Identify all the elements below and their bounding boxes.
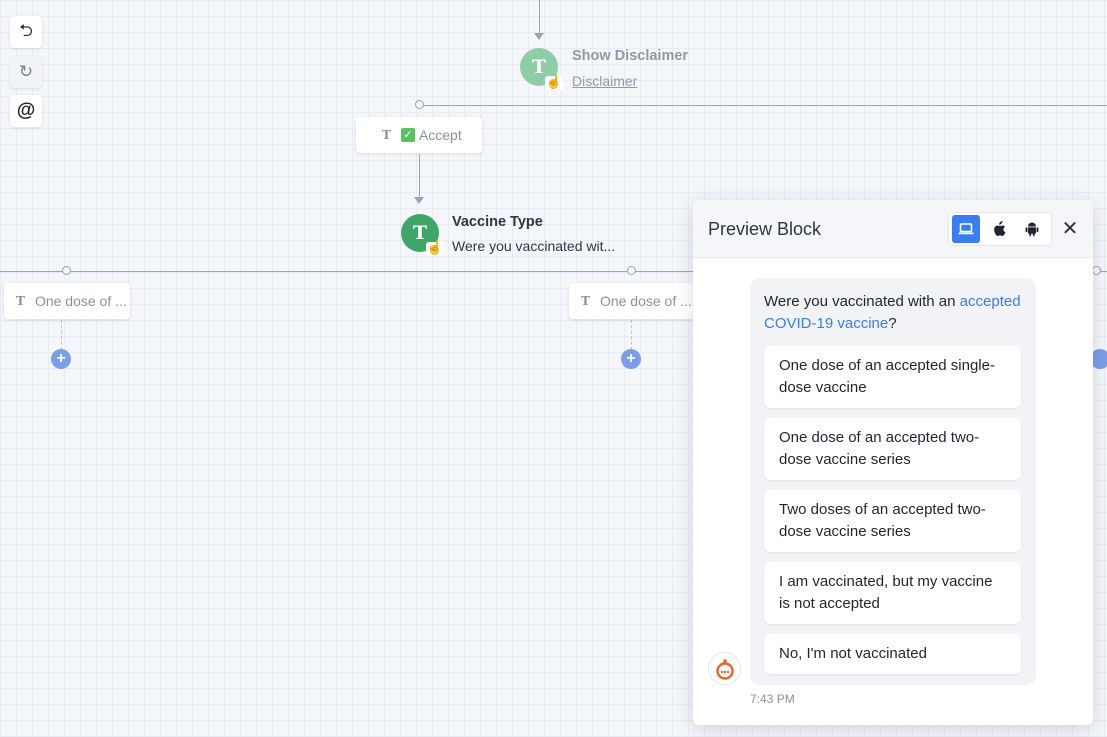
redo-icon: ↻ xyxy=(18,62,34,81)
vaccine-type-node-icon[interactable]: T ☝ xyxy=(401,214,444,256)
bot-message-bubble: Were you vaccinated with an accepted COV… xyxy=(750,278,1036,685)
quick-reply-option[interactable]: I am vaccinated, but my vaccine is not a… xyxy=(764,562,1021,624)
connector-line xyxy=(419,154,420,198)
connector-line xyxy=(539,0,540,34)
plus-icon: + xyxy=(56,350,66,367)
apple-icon xyxy=(994,221,1006,237)
close-icon: ✕ xyxy=(1061,217,1079,240)
text-type-icon: T xyxy=(16,294,25,308)
option-chip[interactable]: T One dose of ... xyxy=(4,283,130,319)
device-switcher xyxy=(948,212,1052,246)
ios-device-button[interactable] xyxy=(985,215,1013,243)
quick-reply-option[interactable]: No, I'm not vaccinated xyxy=(764,634,1021,674)
accept-option-chip[interactable]: T ✓ Accept xyxy=(356,117,482,153)
preview-panel-header: Preview Block ✕ xyxy=(693,200,1093,258)
android-device-button[interactable] xyxy=(1018,215,1046,243)
text-type-icon: T xyxy=(581,294,590,308)
preview-block-panel: Preview Block ✕ Were you vaccinated with… xyxy=(693,200,1093,725)
desktop-device-button[interactable] xyxy=(952,215,980,243)
message-timestamp: 7:43 PM xyxy=(750,692,795,706)
option-chip-label: One dose of ... xyxy=(34,293,127,309)
laptop-icon xyxy=(958,223,974,235)
branch-junction xyxy=(627,266,636,275)
branch-junction xyxy=(62,266,71,275)
at-icon: @ xyxy=(16,100,36,121)
close-preview-button[interactable]: ✕ xyxy=(1058,216,1082,240)
vaccine-type-title[interactable]: Vaccine Type xyxy=(452,214,543,230)
text-type-icon: T xyxy=(382,128,391,142)
show-disclaimer-node-icon[interactable]: T ☝ xyxy=(520,48,563,90)
mention-button[interactable]: @ xyxy=(10,95,42,127)
plus-icon: + xyxy=(626,350,636,367)
android-icon xyxy=(1025,222,1039,237)
vaccine-type-subtitle[interactable]: Were you vaccinated wit... xyxy=(452,238,615,254)
bot-avatar-icon xyxy=(715,658,734,680)
branch-junction xyxy=(415,100,424,109)
dashed-connector xyxy=(61,320,62,350)
branch-line xyxy=(420,105,1107,106)
connector-arrow xyxy=(414,197,424,204)
undo-icon: ⮌ xyxy=(19,20,33,40)
bot-avatar xyxy=(708,652,741,685)
add-step-button[interactable]: + xyxy=(51,349,71,369)
option-chip-label: One dose of ... xyxy=(599,293,692,309)
pointer-hand-icon: ☝ xyxy=(425,241,444,256)
bot-question-text: Were you vaccinated with an accepted COV… xyxy=(764,291,1029,335)
redo-button[interactable]: ↻ xyxy=(10,56,42,88)
dashed-connector xyxy=(631,320,632,350)
check-mark-icon: ✓ xyxy=(400,128,415,142)
text-type-icon: T xyxy=(412,222,428,244)
pointer-hand-icon: ☝ xyxy=(544,75,563,90)
option-chip[interactable]: T One dose of ... xyxy=(569,283,695,319)
undo-button[interactable]: ⮌ xyxy=(10,16,42,48)
show-disclaimer-subtitle[interactable]: Disclaimer xyxy=(572,73,637,89)
quick-reply-option[interactable]: One dose of an accepted single-dose vacc… xyxy=(764,346,1021,408)
question-suffix: ? xyxy=(888,315,897,332)
quick-reply-option[interactable]: Two doses of an accepted two-dose vaccin… xyxy=(764,490,1021,552)
question-prefix: Were you vaccinated with an xyxy=(764,293,960,310)
accept-option-label: Accept xyxy=(418,127,462,143)
text-type-icon: T xyxy=(531,56,547,78)
add-step-button[interactable]: + xyxy=(621,349,641,369)
preview-panel-title: Preview Block xyxy=(708,219,822,239)
quick-reply-option[interactable]: One dose of an accepted two-dose vaccine… xyxy=(764,418,1021,480)
show-disclaimer-title[interactable]: Show Disclaimer xyxy=(572,48,688,64)
branch-junction xyxy=(1092,266,1101,275)
connector-arrow xyxy=(534,33,544,40)
